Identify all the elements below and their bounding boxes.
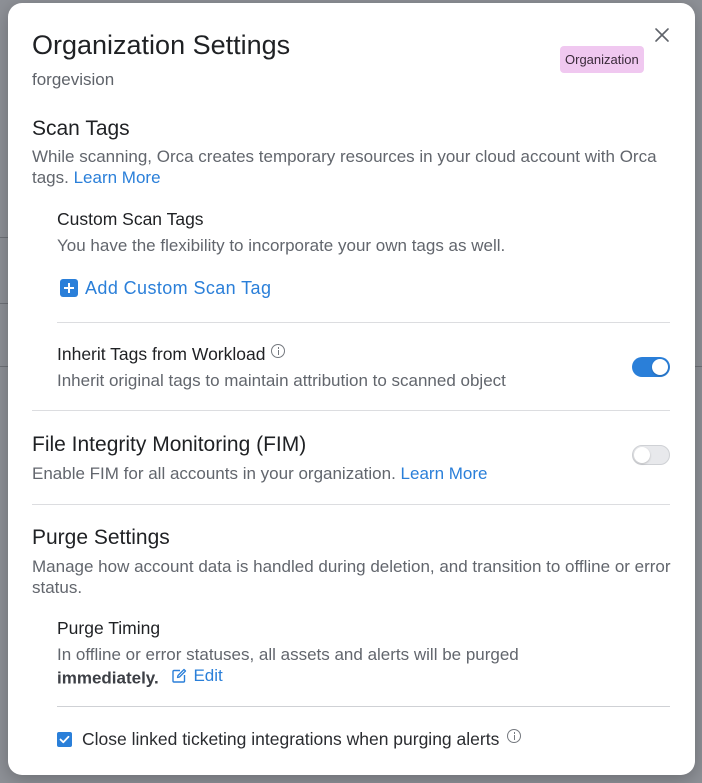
add-custom-scan-tag-label: Add Custom Scan Tag <box>85 277 272 298</box>
divider <box>57 322 670 323</box>
purge-settings-description: Manage how account data is handled durin… <box>32 557 671 597</box>
close-tickets-checkbox[interactable] <box>57 732 72 747</box>
backdrop-divider <box>0 237 8 238</box>
checkmark-icon <box>59 735 70 744</box>
organization-settings-modal: Organization Settings forgevision Organi… <box>8 3 695 775</box>
purge-settings-heading: Purge Settings <box>32 526 170 549</box>
close-tickets-label: Close linked ticketing integrations when… <box>82 729 522 750</box>
backdrop-divider <box>0 366 8 367</box>
add-custom-scan-tag-button[interactable]: Add Custom Scan Tag <box>60 277 271 299</box>
fim-toggle[interactable] <box>632 445 670 465</box>
plus-icon <box>60 279 78 297</box>
scan-tags-description: While scanning, Orca creates temporary r… <box>32 146 672 188</box>
scan-tags-heading: Scan Tags <box>32 117 130 140</box>
divider <box>57 706 670 707</box>
scope-badge: Organization <box>560 46 644 73</box>
purge-timing-description-text: In offline or error statuses, all assets… <box>57 645 519 664</box>
inherit-tags-heading: Inherit Tags from Workload <box>57 344 286 365</box>
organization-name: forgevision <box>32 70 115 89</box>
modal-title: Organization Settings <box>32 30 291 60</box>
fim-description-text: Enable FIM for all accounts in your orga… <box>32 464 396 483</box>
purge-timing-heading: Purge Timing <box>57 618 161 638</box>
divider <box>32 410 670 411</box>
fim-description: Enable FIM for all accounts in your orga… <box>32 463 487 484</box>
close-button[interactable] <box>650 23 674 47</box>
fim-learn-more-link[interactable]: Learn More <box>401 464 488 483</box>
inherit-tags-heading-text: Inherit Tags from Workload <box>57 344 266 364</box>
purge-timing-description: In offline or error statuses, all assets… <box>57 644 657 689</box>
purge-timing-value: immediately. <box>57 668 159 688</box>
info-icon[interactable] <box>507 729 522 743</box>
edit-icon <box>172 668 187 683</box>
close-icon <box>655 28 669 42</box>
backdrop-divider <box>0 303 8 304</box>
backdrop-divider <box>694 366 702 367</box>
custom-scan-tags-heading: Custom Scan Tags <box>57 209 204 229</box>
toggle-knob <box>652 359 668 375</box>
toggle-knob <box>634 447 650 463</box>
fim-heading: File Integrity Monitoring (FIM) <box>32 433 307 456</box>
edit-label: Edit <box>193 666 223 685</box>
divider <box>32 504 670 505</box>
inherit-tags-description: Inherit original tags to maintain attrib… <box>57 371 506 390</box>
scan-tags-learn-more-link[interactable]: Learn More <box>74 168 161 187</box>
close-tickets-label-text: Close linked ticketing integrations when… <box>82 729 500 749</box>
custom-scan-tags-description: You have the flexibility to incorporate … <box>57 236 506 255</box>
purge-timing-edit-link[interactable]: Edit <box>171 665 223 686</box>
inherit-tags-toggle[interactable] <box>632 357 670 377</box>
info-icon[interactable] <box>271 344 286 358</box>
